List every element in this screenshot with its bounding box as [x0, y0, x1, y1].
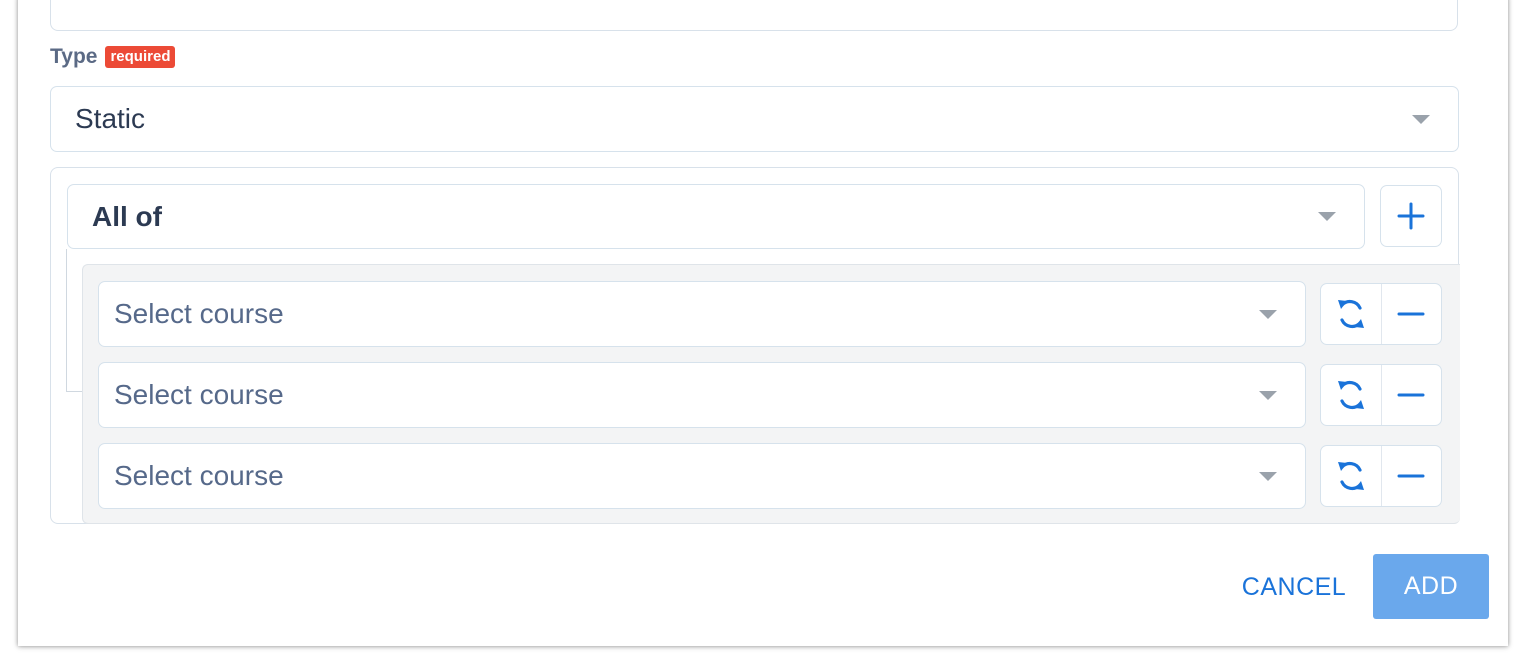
minus-icon: [1397, 312, 1425, 316]
remove-course-button[interactable]: [1380, 365, 1442, 425]
course-select[interactable]: Select course: [98, 362, 1306, 428]
sync-icon: [1337, 299, 1364, 329]
type-field-label: Type required: [50, 45, 176, 69]
course-actions: [1320, 364, 1442, 426]
sync-icon: [1337, 380, 1364, 410]
type-select-value: Static: [75, 103, 146, 134]
operator-select-value: All of: [92, 200, 162, 232]
add-rule-button[interactable]: [1380, 185, 1442, 247]
course-select[interactable]: Select course: [98, 281, 1306, 347]
cancel-button[interactable]: CANCEL: [1230, 556, 1358, 618]
sync-icon: [1337, 461, 1364, 491]
chevron-down-icon: [1259, 309, 1277, 319]
chevron-down-icon: [1412, 114, 1430, 124]
type-select[interactable]: Static: [50, 86, 1459, 152]
add-button[interactable]: ADD: [1373, 554, 1489, 619]
course-select-placeholder: Select course: [114, 298, 284, 329]
chevron-down-icon: [1259, 390, 1277, 400]
course-select[interactable]: Select course: [98, 443, 1306, 509]
course-select-placeholder: Select course: [114, 379, 284, 410]
plus-icon: [1397, 202, 1425, 230]
minus-icon: [1397, 393, 1425, 397]
course-actions: [1320, 283, 1442, 345]
required-badge: required: [105, 46, 176, 68]
remove-course-button[interactable]: [1380, 446, 1442, 506]
minus-icon: [1397, 474, 1425, 478]
course-actions: [1320, 445, 1442, 507]
remove-course-button[interactable]: [1380, 284, 1442, 344]
operator-select[interactable]: All of: [67, 184, 1365, 249]
tree-connector-line: [66, 249, 67, 392]
chevron-down-icon: [1318, 212, 1336, 221]
swap-course-button[interactable]: [1321, 284, 1381, 344]
type-label-text: Type: [50, 45, 98, 68]
swap-course-button[interactable]: [1321, 365, 1381, 425]
previous-field: [50, 0, 1458, 31]
swap-course-button[interactable]: [1321, 446, 1381, 506]
course-select-placeholder: Select course: [114, 460, 284, 491]
chevron-down-icon: [1259, 471, 1277, 481]
dialog: Type required Static All of Select cours…: [18, 0, 1508, 646]
tree-connector-branch: [66, 391, 82, 392]
